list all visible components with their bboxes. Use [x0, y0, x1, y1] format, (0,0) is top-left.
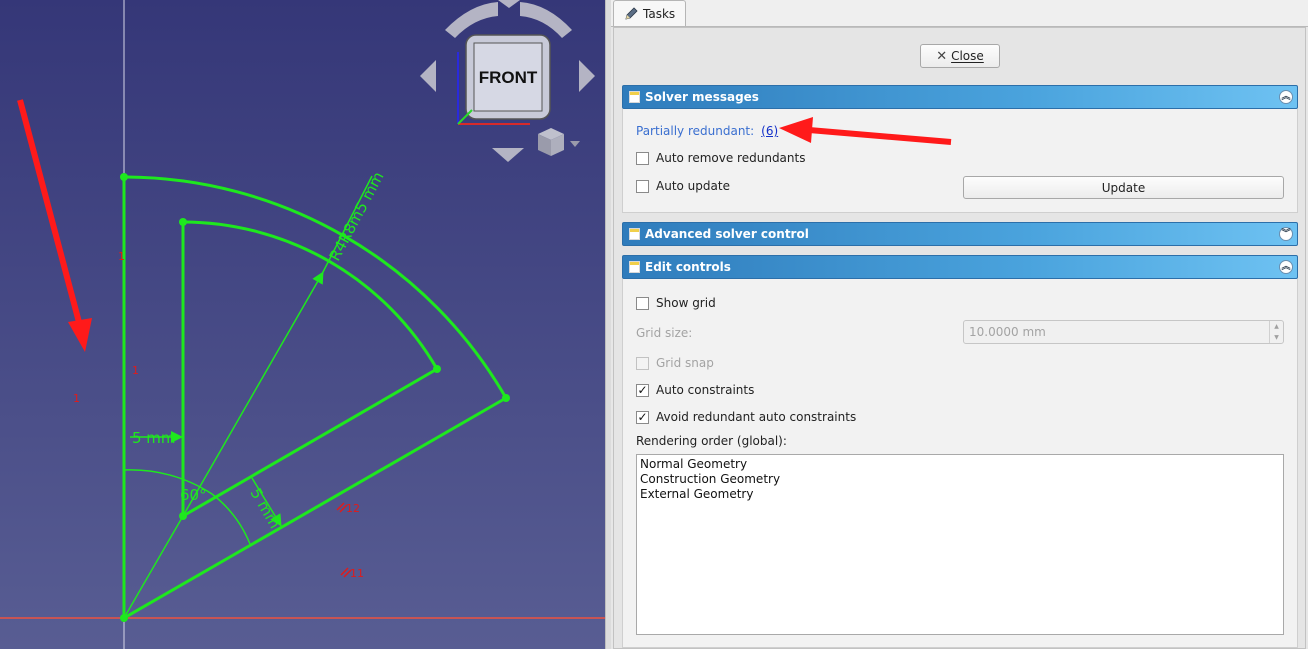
solver-messages-header[interactable]: Solver messages ︽: [622, 85, 1298, 109]
avoid-redundant-checkbox[interactable]: ✓: [636, 410, 649, 424]
grid-snap-label: Grid snap: [656, 356, 714, 370]
expand-icon[interactable]: ︾: [1279, 227, 1293, 241]
rendering-order-row: Rendering order (global):: [636, 434, 787, 448]
close-button-label: Close: [951, 49, 984, 63]
note-icon: [629, 91, 640, 103]
list-item[interactable]: Construction Geometry: [640, 472, 1280, 487]
tasks-panel: Tasks ✕ Close Solver messages ︽ Partiall…: [611, 0, 1308, 649]
auto-constraints-checkbox[interactable]: ✓: [636, 383, 649, 397]
spinbox-arrows-icon[interactable]: ▲ ▼: [1269, 321, 1283, 343]
update-button[interactable]: Update: [963, 176, 1284, 199]
grid-snap-row[interactable]: Grid snap: [636, 356, 714, 370]
list-item[interactable]: Normal Geometry: [640, 457, 1280, 472]
rendering-order-label: Rendering order (global):: [636, 434, 787, 448]
edit-controls-body: Show grid Grid size: 10.0000 mm ▲ ▼ Grid …: [622, 279, 1298, 648]
pencil-icon: [625, 6, 638, 20]
edit-controls-title: Edit controls: [645, 260, 731, 274]
panel-tab-bar: Tasks: [611, 0, 1308, 27]
avoid-redundant-label: Avoid redundant auto constraints: [656, 410, 857, 424]
solver-messages-title: Solver messages: [645, 90, 759, 104]
avoid-redundant-row[interactable]: ✓ Avoid redundant auto constraints: [636, 410, 856, 424]
constraint-label-12[interactable]: 12: [346, 502, 360, 515]
constraint-label-1c[interactable]: 1: [73, 392, 80, 405]
close-button[interactable]: ✕ Close: [920, 44, 1000, 68]
partially-redundant-row: Partially redundant: (6): [636, 124, 778, 138]
grid-snap-checkbox[interactable]: [636, 356, 649, 370]
navcube-face-label: FRONT: [479, 68, 538, 87]
collapse-icon[interactable]: ︽: [1279, 260, 1293, 274]
angle-dimension-label[interactable]: 60°: [180, 486, 207, 504]
auto-constraints-label: Auto constraints: [656, 383, 755, 397]
partially-redundant-label: Partially redundant:: [636, 124, 755, 138]
close-icon: ✕: [936, 48, 948, 64]
auto-update-row[interactable]: Auto update: [636, 179, 730, 193]
update-button-label: Update: [1101, 180, 1146, 195]
note-icon: [629, 228, 640, 240]
sketch-canvas[interactable]: FRONT R4R8m5 mm 5 mm 5 mm 60° 1 1 1 12 1…: [0, 0, 605, 649]
edit-controls-header[interactable]: Edit controls ︽: [622, 255, 1298, 279]
note-icon: [629, 261, 640, 273]
show-grid-label: Show grid: [656, 296, 716, 310]
auto-update-label: Auto update: [656, 179, 730, 193]
grid-size-row: Grid size:: [636, 326, 692, 340]
tab-tasks-label: Tasks: [643, 6, 676, 21]
rendering-order-list[interactable]: Normal Geometry Construction Geometry Ex…: [636, 454, 1284, 635]
show-grid-row[interactable]: Show grid: [636, 296, 716, 310]
advanced-solver-header[interactable]: Advanced solver control ︾: [622, 222, 1298, 246]
constraint-label-1b[interactable]: 1: [132, 364, 139, 377]
grid-size-spinbox[interactable]: 10.0000 mm ▲ ▼: [963, 320, 1284, 344]
auto-constraints-row[interactable]: ✓ Auto constraints: [636, 383, 754, 397]
auto-remove-redundants-checkbox[interactable]: [636, 151, 649, 165]
constraint-label-11[interactable]: 11: [350, 567, 364, 580]
annotation-arrow-panel: [779, 117, 952, 145]
auto-update-checkbox[interactable]: [636, 179, 649, 193]
collapse-icon[interactable]: ︽: [1279, 90, 1293, 104]
list-item[interactable]: External Geometry: [640, 487, 1280, 502]
constraint-label-1a[interactable]: 1: [118, 250, 125, 263]
grid-size-label: Grid size:: [636, 326, 693, 340]
auto-remove-redundants-row[interactable]: Auto remove redundants: [636, 151, 805, 165]
tab-tasks[interactable]: Tasks: [613, 0, 686, 26]
show-grid-checkbox[interactable]: [636, 296, 649, 310]
width-dimension-label[interactable]: 5 mm: [132, 429, 176, 447]
grid-size-value: 10.0000 mm: [969, 325, 1046, 339]
auto-remove-redundants-label: Auto remove redundants: [656, 151, 806, 165]
sketch-3d-viewport[interactable]: FRONT R4R8m5 mm 5 mm 5 mm 60° 1 1 1 12 1…: [0, 0, 605, 649]
advanced-solver-title: Advanced solver control: [645, 227, 809, 241]
solver-messages-body: Partially redundant: (6) Auto remove red…: [622, 109, 1298, 213]
